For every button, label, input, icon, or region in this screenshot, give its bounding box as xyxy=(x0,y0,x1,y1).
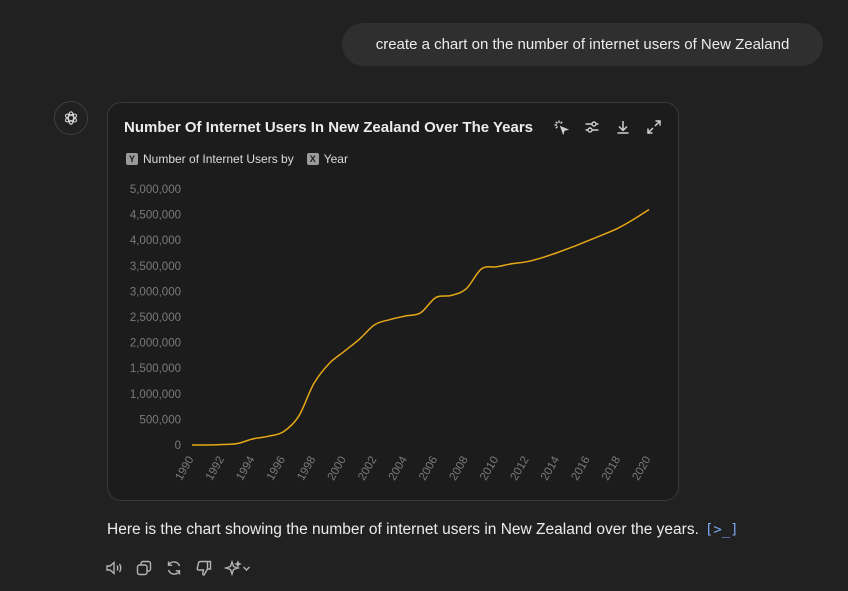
x-tick-label: 2016 xyxy=(569,455,592,483)
y-tick-label: 1,000,000 xyxy=(130,389,181,401)
x-tick-label: 2008 xyxy=(448,455,471,483)
response-text: Here is the chart showing the number of … xyxy=(107,521,699,538)
user-message-text: create a chart on the number of internet… xyxy=(375,36,790,53)
y-tick-label: 2,000,000 xyxy=(130,338,181,350)
y-tick-label: 3,500,000 xyxy=(130,261,181,273)
thumbs-down-icon[interactable] xyxy=(194,558,213,577)
x-axis-ticks: 1990 1992 1994 1996 1998 2000 2002 2004 2006 2008… xyxy=(173,454,653,483)
y-tick-label: 5,000,000 xyxy=(130,184,181,196)
x-tick-label: 1994 xyxy=(234,454,257,483)
line-chart: 5,000,000 4,500,000 4,000,000 3,500,000 3,00… xyxy=(130,184,654,483)
y-tick-label: 0 xyxy=(175,440,181,452)
x-tick-label: 2006 xyxy=(417,455,440,483)
x-tick-label: 2010 xyxy=(478,455,501,483)
read-aloud-icon[interactable] xyxy=(104,558,123,577)
y-tick-label: 4,000,000 xyxy=(130,235,181,247)
x-tick-label: 2012 xyxy=(509,455,532,483)
y-tick-label: 4,500,000 xyxy=(130,210,181,222)
x-tick-label: 2002 xyxy=(356,455,379,483)
x-tick-label: 1996 xyxy=(265,455,288,483)
x-tick-label: 2020 xyxy=(630,455,653,483)
y-tick-label: 2,500,000 xyxy=(130,312,181,324)
y-tick-label: 1,500,000 xyxy=(130,363,181,375)
assistant-response: Here is the chart showing the number of … xyxy=(107,521,739,539)
user-message-bubble: create a chart on the number of internet… xyxy=(342,23,823,66)
x-tick-label: 2014 xyxy=(539,454,562,483)
assistant-avatar xyxy=(54,101,88,135)
x-tick-label: 2004 xyxy=(387,454,410,483)
sparkle-model-icon[interactable] xyxy=(224,558,254,577)
message-actions xyxy=(104,558,254,577)
y-tick-label: 500,000 xyxy=(139,414,181,426)
x-tick-label: 2000 xyxy=(326,455,349,483)
y-tick-label: 3,000,000 xyxy=(130,286,181,298)
openai-logo-icon xyxy=(64,111,78,125)
x-tick-label: 1990 xyxy=(173,455,196,483)
x-tick-label: 1992 xyxy=(204,455,227,483)
x-tick-label: 1998 xyxy=(295,455,318,483)
regenerate-icon[interactable] xyxy=(164,558,183,577)
y-axis-ticks: 5,000,000 4,500,000 4,000,000 3,500,000 3,00… xyxy=(130,184,181,452)
series-lines xyxy=(191,208,650,446)
code-citation-button[interactable]: [>_] xyxy=(705,522,739,538)
copy-icon[interactable] xyxy=(134,558,153,577)
x-tick-label: 2018 xyxy=(600,455,623,483)
chart-card: Number Of Internet Users In New Zealand … xyxy=(107,102,679,501)
series-line-0[interactable] xyxy=(191,208,650,446)
